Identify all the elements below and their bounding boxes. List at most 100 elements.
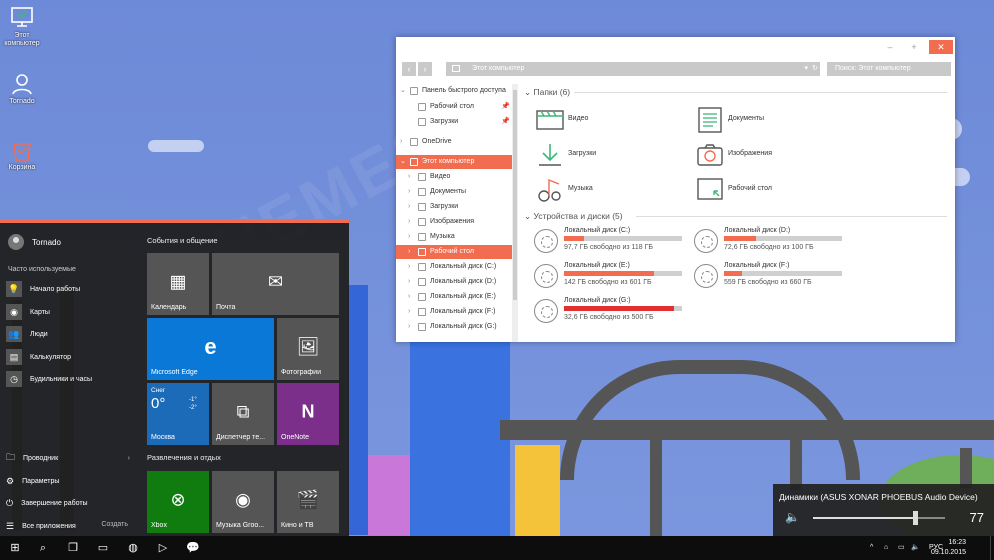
battery-icon[interactable]: ▭ <box>898 536 905 560</box>
maximize-button[interactable]: + <box>903 40 925 54</box>
folder-video[interactable]: Видео <box>536 107 666 135</box>
scrollbar-thumb[interactable] <box>513 90 517 300</box>
tree-item[interactable]: › Рабочий стол <box>396 245 512 259</box>
network-icon[interactable]: ⌂ <box>884 536 888 560</box>
folder-music[interactable]: Музыка <box>536 177 666 205</box>
folder-desktop[interactable]: Рабочий стол <box>696 177 826 205</box>
chevron-down-icon[interactable]: ⌄ <box>400 155 406 169</box>
tile-groove-music[interactable]: ◉ Музыка Groo... <box>212 471 274 533</box>
tile-edge[interactable]: e Microsoft Edge <box>147 318 274 380</box>
search-button[interactable]: ⌕ <box>28 536 58 560</box>
tree-item[interactable]: › Локальный диск (F:) <box>396 305 512 319</box>
address-bar[interactable]: Этот компьютер ▾ ↻ <box>446 62 820 76</box>
tree-item[interactable]: › Локальный диск (E:) <box>396 290 512 304</box>
tree-item[interactable]: › Загрузки <box>396 200 512 214</box>
tree-item[interactable]: ⌄ Панель быстрого доступа <box>396 84 512 98</box>
tree-item[interactable]: › OneDrive <box>396 135 512 149</box>
media-player-button[interactable]: ▷ <box>148 536 178 560</box>
tree-item[interactable]: Рабочий стол 📌 <box>396 100 512 114</box>
create-link[interactable]: Создать <box>101 521 128 528</box>
tile-mail[interactable]: ✉ Почта <box>212 253 339 315</box>
music-icon <box>418 233 426 241</box>
start-item-getting-started[interactable]: 💡 Начало работы <box>6 280 136 298</box>
volume-icon[interactable]: 🔈 <box>911 536 920 560</box>
chevron-right-icon[interactable]: › <box>400 135 402 149</box>
tile-onenote[interactable]: N OneNote <box>277 383 339 445</box>
drive-item[interactable]: Локальный диск (E:) 142 ГБ свободно из 60… <box>534 262 694 292</box>
volume-slider-thumb[interactable] <box>912 511 918 525</box>
start-item-settings[interactable]: ⚙ Параметры <box>6 472 136 490</box>
speaker-icon[interactable]: 🔈 <box>785 510 800 524</box>
tile-weather[interactable]: Снег 0° -1° -2° Москва <box>147 383 209 445</box>
start-item-alarms[interactable]: ◷ Будильники и часы <box>6 370 136 388</box>
start-item-calculator[interactable]: ▤ Калькулятор <box>6 348 136 366</box>
show-desktop-button[interactable] <box>990 536 994 560</box>
clock[interactable]: 16:23 09.10.2015 <box>931 538 966 558</box>
refresh-icon[interactable]: ↻ <box>812 62 818 76</box>
desktop-icon-this-pc[interactable]: Этот компьютер <box>0 6 44 48</box>
desktop-icon-user[interactable]: Tornado <box>0 72 44 106</box>
start-item-people[interactable]: 👥 Люди <box>6 325 136 343</box>
drives-header[interactable]: ⌄ Устройства и диски (5) <box>524 211 623 222</box>
task-view-button[interactable]: ❐ <box>58 536 88 560</box>
divider <box>574 92 947 93</box>
tree-item[interactable]: › Документы <box>396 185 512 199</box>
cloud-icon <box>410 138 418 146</box>
tile-movies-tv[interactable]: 🎬 Кино и ТВ <box>277 471 339 533</box>
chevron-right-icon[interactable]: › <box>408 290 410 304</box>
tile-photos[interactable]: 🖼 Фотографии <box>277 318 339 380</box>
drive-item[interactable]: Локальный диск (F:) 559 ГБ свободно из 66… <box>694 262 854 292</box>
drive-item[interactable]: Локальный диск (G:) 32,6 ГБ свободно из 5… <box>534 297 694 327</box>
start-item-power[interactable]: ⏻ Завершение работы <box>6 494 136 512</box>
chevron-right-icon[interactable]: › <box>408 275 410 289</box>
start-user[interactable]: Tornado <box>8 234 61 250</box>
file-explorer-button[interactable]: ▭ <box>88 536 118 560</box>
chevron-right-icon[interactable]: › <box>408 305 410 319</box>
desktop-icon-recycle-bin[interactable]: Корзина <box>0 138 44 172</box>
gear-icon: ⚙ <box>6 475 15 486</box>
tree-item-label: Локальный диск (G:) <box>430 323 497 330</box>
minimize-button[interactable]: – <box>879 40 901 54</box>
pin-icon[interactable]: 📌 <box>501 100 510 114</box>
tray-chevron-icon[interactable]: ^ <box>870 536 873 560</box>
search-input[interactable]: Поиск: Этот компьютер <box>827 62 951 76</box>
tree-item[interactable]: › Видео <box>396 170 512 184</box>
tree-scrollbar[interactable] <box>512 84 518 342</box>
tree-item[interactable]: › Локальный диск (D:) <box>396 275 512 289</box>
tile-task-manager[interactable]: ⧉ Диспетчер те... <box>212 383 274 445</box>
tree-item[interactable]: › Музыка <box>396 230 512 244</box>
folders-header[interactable]: ⌄ Папки (6) <box>524 87 570 98</box>
chevron-right-icon[interactable]: › <box>408 320 410 334</box>
chevron-down-icon[interactable]: ⌄ <box>400 84 406 98</box>
chrome-button[interactable]: ◍ <box>118 536 148 560</box>
folder-pictures[interactable]: Изображения <box>696 142 826 170</box>
feedback-button[interactable]: 💬 <box>178 536 208 560</box>
pin-icon[interactable]: 📌 <box>501 115 510 129</box>
tile-xbox[interactable]: ⊗ Xbox <box>147 471 209 533</box>
forward-button[interactable]: › <box>418 62 432 76</box>
chevron-down-icon[interactable]: ▾ <box>804 62 808 76</box>
chevron-right-icon[interactable]: › <box>408 245 410 259</box>
chevron-right-icon[interactable]: › <box>408 185 410 199</box>
drive-item[interactable]: Локальный диск (C:) 97,7 ГБ свободно из 1… <box>534 227 694 257</box>
chevron-right-icon[interactable]: › <box>408 215 410 229</box>
chevron-right-icon[interactable]: › <box>408 230 410 244</box>
back-button[interactable]: ‹ <box>402 62 416 76</box>
volume-slider[interactable] <box>813 511 945 525</box>
start-item-explorer[interactable]: 🗀 Проводник › <box>6 449 136 467</box>
close-button[interactable]: ✕ <box>929 40 953 54</box>
chevron-right-icon[interactable]: › <box>408 200 410 214</box>
tree-item[interactable]: › Изображения <box>396 215 512 229</box>
start-button[interactable]: ⊞ <box>0 536 30 560</box>
tree-item[interactable]: › Локальный диск (C:) <box>396 260 512 274</box>
tile-calendar[interactable]: ▦ Календарь <box>147 253 209 315</box>
folder-documents[interactable]: Документы <box>696 107 826 135</box>
tree-item[interactable]: Загрузки 📌 <box>396 115 512 129</box>
start-item-maps[interactable]: ◉ Карты <box>6 303 136 321</box>
tree-item[interactable]: › Локальный диск (G:) <box>396 320 512 334</box>
drive-item[interactable]: Локальный диск (D:) 72,6 ГБ свободно из 1… <box>694 227 854 257</box>
chevron-right-icon[interactable]: › <box>408 170 410 184</box>
tree-item[interactable]: ⌄ Этот компьютер <box>396 155 512 169</box>
chevron-right-icon[interactable]: › <box>408 260 410 274</box>
folder-downloads[interactable]: Загрузки <box>536 142 666 170</box>
